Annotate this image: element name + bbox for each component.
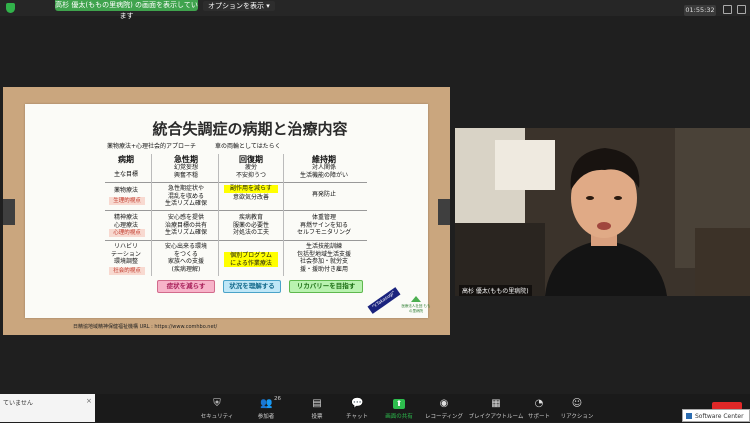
close-icon[interactable]: × (86, 397, 92, 405)
approach-right: 車の両輪としてはたらく (215, 143, 281, 150)
drug-recovery-highlight: 副作用を減らす (224, 185, 278, 193)
participants-button[interactable]: 👥 参加者 26 (242, 394, 290, 422)
reactions-icon: ☺ (571, 398, 583, 409)
logo-text: 医療法人社団 ももの里病院 (401, 304, 431, 313)
camera-video[interactable] (455, 128, 750, 296)
approach-left: 薬物療法+心理社会的アプローチ (107, 143, 197, 150)
rehab-maintenance: 生活技能訓練 包括型地域生活支援 社会参加・就労支 援・援助付き雇用 (296, 243, 351, 273)
share-screen-button[interactable]: ⬆ 画面の共有 (375, 394, 423, 422)
camera-image (455, 128, 750, 296)
psych-recovery: 疾病教育 服薬の必要性 対処法の工夫 (232, 214, 269, 236)
slide-title: 統合失調症の病期と治療内容 (152, 120, 348, 138)
notification-panel: ていません × (0, 394, 95, 422)
rehab-acute: 安心出来る環境 をつくる 家族への支援 (疾病理解) (164, 243, 207, 273)
camera-name: 高杉 優太(ももの里病院) (459, 285, 532, 296)
shared-screen: 統合失調症の病期と治療内容 薬物療法+心理社会的アプローチ 車の両輪としてはたら… (3, 87, 450, 335)
reactions-button[interactable]: ☺ リアクション (553, 394, 601, 422)
drug-maintenance: 再発防止 (311, 191, 336, 198)
psych-label: 精神療法 心理療法 (113, 214, 138, 229)
software-center-label: Software Center (695, 413, 744, 420)
chat-button[interactable]: 💬 チャット (333, 394, 381, 422)
psych-maintenance: 体重管理 再燃サインを知る セルフモニタリング (296, 214, 351, 236)
notification-text: ていません (3, 400, 33, 407)
goal-acute: 幻覚妄想 興奮不穏 (173, 164, 198, 179)
goal-maintenance: 対人関係 生活機能の障がい (299, 164, 348, 179)
divider (105, 210, 367, 211)
share-screen-icon: ⬆ (393, 399, 405, 409)
drug-tag: 生理的視点 (109, 197, 145, 205)
divider (105, 182, 367, 183)
meeting-timer: 01:55:32 (684, 5, 716, 16)
participants-icon: 👥 (260, 398, 273, 409)
goal-label: 主な目標 (113, 171, 138, 178)
software-center-icon (686, 413, 692, 419)
divider (105, 240, 367, 241)
support-icon: ◔ (534, 398, 544, 409)
security-icon: ⛨ (213, 398, 221, 409)
column-divider (218, 154, 219, 276)
hospital-logo: 医療法人社団 ももの里病院 (401, 295, 431, 314)
clip-left (3, 199, 15, 225)
pill-reduce-symptoms: 症状を減らす (157, 280, 215, 293)
record-icon: ◉ (439, 398, 449, 409)
logo-icon (411, 296, 421, 302)
drug-acute: 急性期症状や 混乱を収める 生活リズム確保 (164, 185, 207, 207)
psych-tag: 心理的視点 (109, 229, 145, 237)
pill-understand-situation: 状況を理解する (223, 280, 281, 293)
share-banner: 高杉 優太(ももの里病院) の画面を表示しています (55, 0, 198, 20)
rehab-recovery-highlight: 個別プログラム による作業療法 (224, 252, 278, 267)
column-divider (151, 154, 152, 276)
fullscreen-icon[interactable] (737, 5, 746, 14)
view-options-button[interactable]: オプションを表示 ▾ (203, 1, 275, 11)
meeting-toolbar: ⛨ セキュリティ 👥 参加者 26 ▤ 投票 💬 チャット ⬆ 画面の共有 ◉ … (0, 394, 750, 422)
slide: 統合失調症の病期と治療内容 薬物療法+心理社会的アプローチ 車の両輪としてはたら… (25, 104, 428, 330)
rehab-tag: 社会的視点 (109, 267, 145, 275)
software-center-badge[interactable]: Software Center (682, 409, 750, 422)
chat-icon: 💬 (351, 398, 364, 409)
shield-icon[interactable] (6, 3, 15, 13)
header-stage: 病期 (118, 155, 134, 164)
column-divider (283, 154, 284, 276)
goal-recovery: 疲労 不安抑うつ (235, 164, 266, 179)
top-bar: 高杉 優太(ももの里病院) の画面を表示しています オプションを表示 ▾ 01:… (0, 0, 750, 20)
slide-footer: 日精協地域精神保健福祉機構 URL : https://www.comhbo.n… (73, 324, 218, 330)
breakout-icon: ▦ (491, 398, 501, 409)
drug-label: 薬物療法 (113, 187, 138, 194)
record-button[interactable]: ◉ レコーディング (420, 394, 468, 422)
security-button[interactable]: ⛨ セキュリティ (193, 394, 241, 422)
rehab-label: リハビリ テーション 環境調整 (111, 243, 141, 265)
pill-aim-recovery: リカバリーを目指す (289, 280, 363, 293)
gallery-view-icon[interactable] (723, 5, 732, 14)
polls-icon: ▤ (312, 398, 322, 409)
psych-acute: 安心感を提供 治療目標の共有 生活リズム確保 (164, 214, 207, 236)
clip-right (438, 199, 450, 225)
participants-count: 26 (274, 396, 281, 402)
drug-recovery: 意欲気分改善 (232, 194, 269, 201)
